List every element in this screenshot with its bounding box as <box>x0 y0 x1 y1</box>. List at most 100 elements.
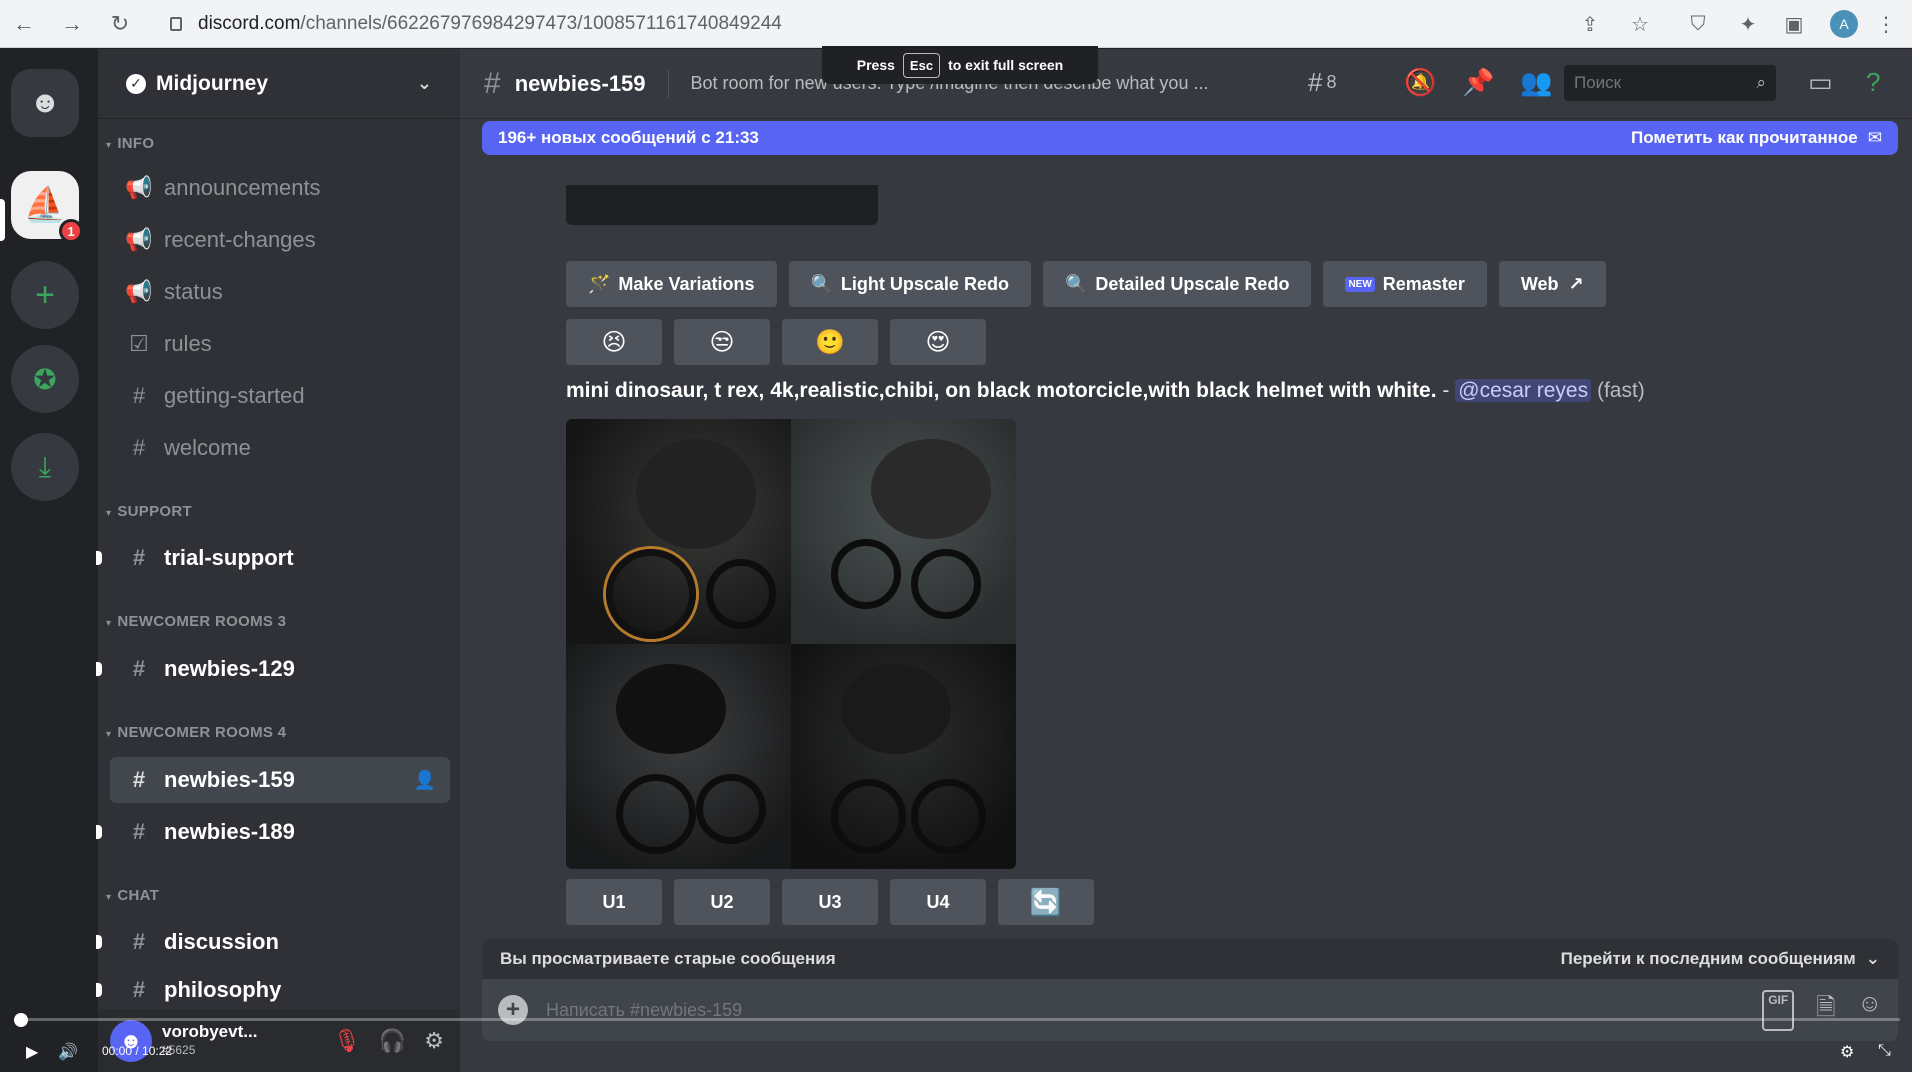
prompt-dash: - <box>1436 379 1456 402</box>
button-label: U3 <box>818 891 842 912</box>
generated-image-grid[interactable] <box>566 419 1016 869</box>
menu-kebab-icon[interactable]: ⋮ <box>1872 10 1900 38</box>
jump-to-present-button[interactable]: Перейти к последним сообщениям <box>1561 949 1856 969</box>
u4-button[interactable]: U4 <box>890 879 986 925</box>
threads-hash-icon: # <box>484 66 501 100</box>
reaction-button[interactable]: 😒 <box>674 319 770 365</box>
user-mention[interactable]: @cesar reyes <box>1455 379 1592 402</box>
download-apps-button[interactable]: ⤓ <box>11 433 79 501</box>
channel-philosophy[interactable]: # philosophy <box>96 971 450 1009</box>
category-chat[interactable]: ▾ CHAT <box>106 887 159 904</box>
image-cell[interactable] <box>791 419 1016 644</box>
detailed-upscale-redo-button[interactable]: 🔍 Detailed Upscale Redo <box>1042 261 1312 307</box>
reroll-icon: 🔄 <box>1029 886 1063 917</box>
hash-icon: # <box>132 977 146 1002</box>
unread-indicator <box>96 551 102 565</box>
channel-newbies-189[interactable]: # newbies-189 <box>96 809 450 855</box>
profile-avatar[interactable]: A <box>1830 10 1858 38</box>
image-cell[interactable] <box>566 419 791 644</box>
reload-icon[interactable]: ↻ <box>104 8 136 40</box>
category-newcomer-rooms-4[interactable]: ▾ NEWCOMER ROOMS 4 <box>106 724 286 741</box>
channel-trial-support[interactable]: # trial-support <box>96 535 450 581</box>
url-path: /channels/662267976984297473/10085711617… <box>300 13 782 34</box>
unread-indicator <box>96 662 102 676</box>
chat-main: # newbies-159 Bot room for new users. Ty… <box>460 49 1912 1072</box>
pin-icon[interactable]: 📌 <box>1462 67 1494 98</box>
channel-announcements[interactable]: 📢 announcements <box>110 165 450 211</box>
url-domain: discord.com <box>198 13 301 34</box>
sidepanel-icon[interactable]: ▣ <box>1780 10 1808 38</box>
exit-fullscreen-icon[interactable]: ⤡ <box>1878 1042 1891 1060</box>
add-server-button[interactable]: + <box>11 261 79 329</box>
new-messages-bar[interactable]: 196+ новых сообщений с 21:33 Пометить ка… <box>482 121 1898 155</box>
inbox-icon[interactable]: ▭ <box>1808 67 1833 98</box>
u2-button[interactable]: U2 <box>674 879 770 925</box>
server-midjourney[interactable]: ⛵ 1 <box>11 171 83 243</box>
button-label: Remaster <box>1382 273 1465 294</box>
light-upscale-redo-button[interactable]: 🔍 Light Upscale Redo <box>788 261 1031 307</box>
category-label: NEWCOMER ROOMS 3 <box>117 613 287 630</box>
fullscreen-notice: Press Esc to exit full screen <box>822 46 1098 84</box>
guild-header[interactable]: ✓ Midjourney ⌄ <box>98 49 460 119</box>
reaction-button[interactable]: 😣 <box>566 319 662 365</box>
help-icon[interactable]: ? <box>1866 67 1880 98</box>
home-button[interactable]: ☻ <box>11 69 79 137</box>
explore-servers-button[interactable]: ✪ <box>11 345 79 413</box>
previous-image <box>566 185 878 225</box>
play-icon[interactable]: ▶ <box>26 1042 38 1062</box>
channel-newbies-129[interactable]: # newbies-129 <box>96 646 450 692</box>
category-newcomer-rooms-3[interactable]: ▾ NEWCOMER ROOMS 3 <box>106 613 286 630</box>
share-icon[interactable]: ⇪ <box>1576 10 1604 38</box>
channel-rules[interactable]: ☑ rules <box>110 321 450 367</box>
player-settings-icon[interactable]: ⚙ <box>1840 1042 1854 1062</box>
mark-as-read-button[interactable]: Пометить как прочитанное <box>1631 128 1858 148</box>
search-input[interactable]: Поиск ⌕ <box>1564 65 1776 101</box>
channel-recent-changes[interactable]: 📢 recent-changes <box>110 217 450 263</box>
mark-read-icon: ✉ <box>1867 128 1882 147</box>
wheel-shape <box>606 549 696 639</box>
shield-icon[interactable]: ⛉ <box>1684 10 1712 38</box>
address-bar[interactable]: discord.com/channels/662267976984297473/… <box>158 6 1568 42</box>
image-cell[interactable] <box>791 644 1016 869</box>
unread-indicator <box>96 983 102 997</box>
extensions-icon[interactable]: ✦ <box>1734 10 1762 38</box>
header-divider <box>667 69 669 98</box>
channel-welcome[interactable]: # welcome <box>110 425 450 471</box>
new-badge: NEW <box>1345 276 1375 292</box>
forward-icon[interactable]: → <box>56 8 88 40</box>
channel-newbies-159[interactable]: # newbies-159 👤 <box>110 757 450 803</box>
sailboat-icon: ⛵ <box>23 186 67 224</box>
channel-getting-started[interactable]: # getting-started <box>110 373 450 419</box>
make-variations-button[interactable]: 🪄 Make Variations <box>566 261 777 307</box>
remaster-button[interactable]: NEW Remaster <box>1323 261 1487 307</box>
reroll-button[interactable]: 🔄 <box>998 879 1094 925</box>
reaction-button[interactable]: 😍 <box>890 319 986 365</box>
channel-label: newbies-159 <box>164 767 295 792</box>
member-list-icon[interactable]: 👥 <box>1520 67 1552 98</box>
channel-discussion[interactable]: # discussion <box>96 919 450 965</box>
selected-server-pill <box>0 199 5 241</box>
notification-muted-icon[interactable]: 🔕 <box>1404 67 1436 98</box>
image-cell[interactable] <box>566 644 791 869</box>
speed-label: (fast) <box>1596 379 1645 402</box>
reaction-button[interactable]: 🙂 <box>782 319 878 365</box>
web-link-button[interactable]: Web ↗ <box>1498 261 1606 307</box>
category-support[interactable]: ▾ SUPPORT <box>106 503 192 520</box>
seek-knob[interactable] <box>14 1013 28 1027</box>
threads-icon: # <box>1308 67 1323 97</box>
megaphone-icon: 📢 <box>125 279 153 304</box>
seek-bar[interactable] <box>20 1018 1900 1021</box>
volume-icon[interactable]: 🔊 <box>58 1042 78 1062</box>
invite-user-icon[interactable]: 👤 <box>414 770 436 791</box>
bookmark-star-icon[interactable]: ☆ <box>1626 10 1654 38</box>
channel-status[interactable]: 📢 status <box>110 269 450 315</box>
u3-button[interactable]: U3 <box>782 879 878 925</box>
search-placeholder: Поиск <box>1574 73 1622 92</box>
reaction-emoji: 🙂 <box>815 328 845 356</box>
hash-icon: # <box>132 929 146 954</box>
category-info[interactable]: ▾ INFO <box>106 135 154 152</box>
helmet-shape <box>636 439 756 549</box>
threads-button[interactable]: #8 <box>1308 67 1336 98</box>
back-icon[interactable]: ← <box>8 8 40 40</box>
u1-button[interactable]: U1 <box>566 879 662 925</box>
